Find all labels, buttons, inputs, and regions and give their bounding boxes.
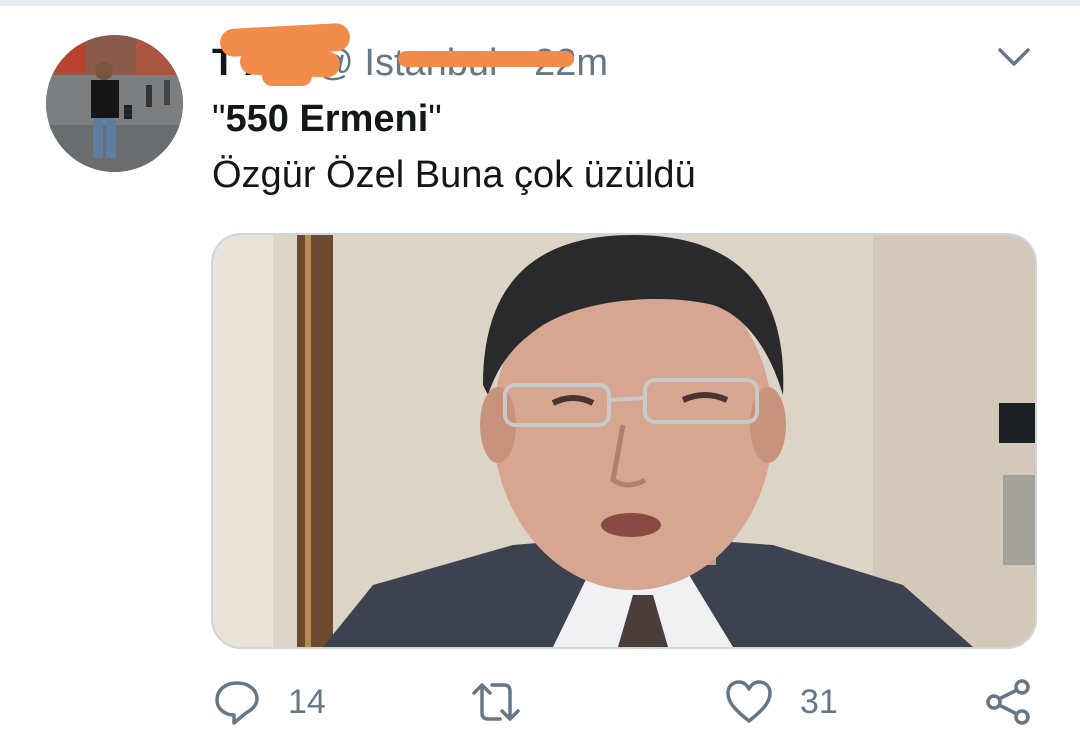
reply-button[interactable]: 14	[212, 672, 326, 732]
share-button[interactable]	[984, 672, 1034, 732]
portrait-photo	[213, 235, 1035, 647]
like-button[interactable]: 31	[724, 672, 838, 732]
tweet-media-image[interactable]	[211, 233, 1037, 649]
quote-open: "	[212, 98, 226, 140]
avatar[interactable]	[46, 35, 183, 172]
top-divider	[0, 0, 1080, 6]
reply-icon	[215, 681, 259, 725]
redaction-mark	[262, 66, 312, 86]
share-icon	[986, 679, 1030, 725]
chevron-down-icon[interactable]	[996, 42, 1032, 70]
like-icon	[726, 680, 772, 723]
tweet-text-line-1: "550 Ermeni"	[212, 98, 442, 141]
redaction-mark	[398, 51, 574, 67]
retweet-button[interactable]	[468, 672, 524, 732]
reply-count: 14	[288, 682, 326, 721]
quote-close: "	[428, 98, 442, 140]
tweet-actions: 14 31	[0, 672, 1080, 732]
retweet-icon	[472, 683, 520, 721]
tweet-text-line-2: Özgür Özel Buna çok üzüldü	[212, 154, 696, 196]
like-count: 31	[800, 682, 838, 721]
tweet-bold-text: 550 Ermeni	[225, 98, 429, 140]
avatar-photo	[46, 35, 183, 172]
